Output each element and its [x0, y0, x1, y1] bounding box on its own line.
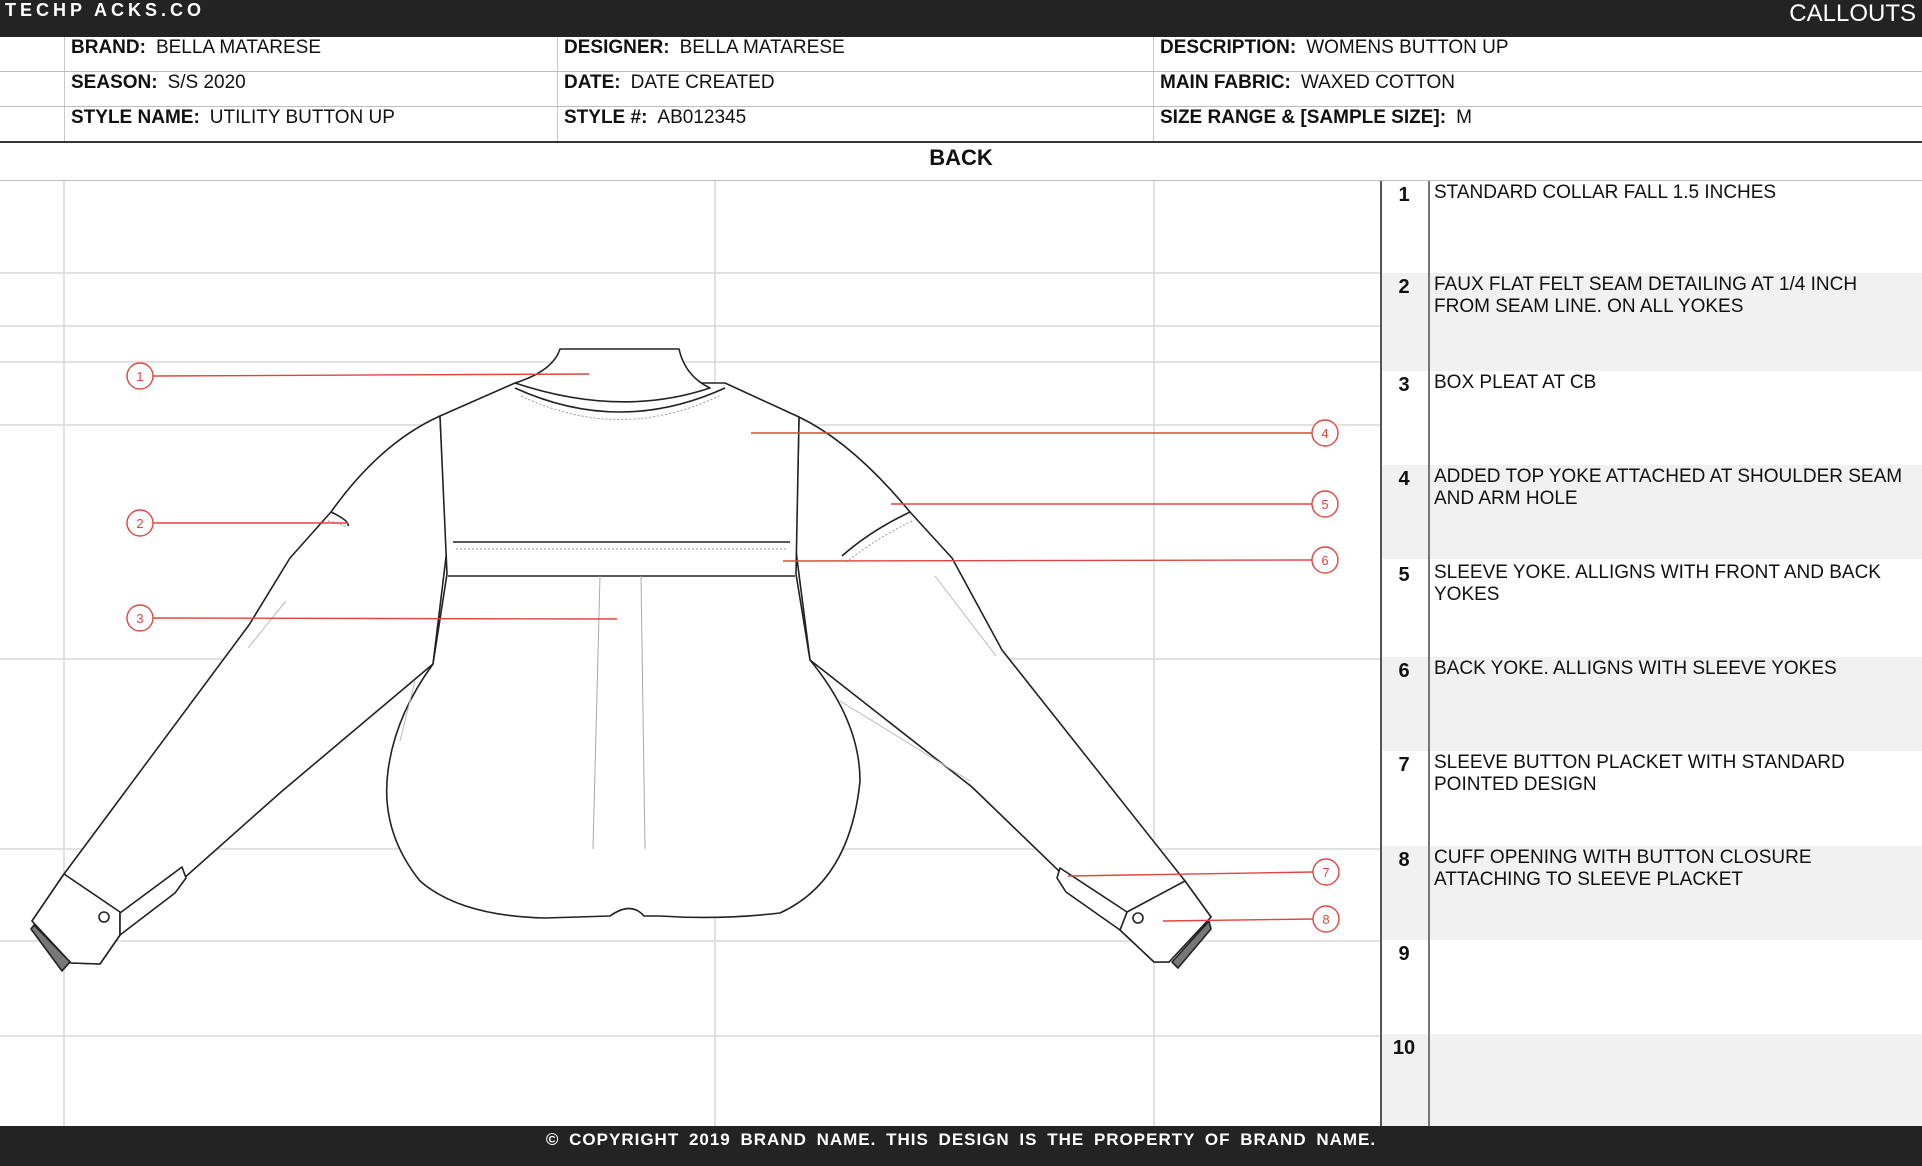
brand-logo: TECHP ACKS.CO — [5, 0, 206, 20]
callout-number: 8 — [1398, 849, 1410, 871]
callout-text: BOX PLEAT AT CB — [1434, 372, 1597, 393]
callout-marker-label: 2 — [136, 516, 143, 531]
callout-row: 9 — [1380, 940, 1922, 1034]
callout-number: 2 — [1398, 276, 1410, 298]
callout-number: 3 — [1398, 374, 1410, 396]
callout-marker-7[interactable]: 7 — [1312, 858, 1340, 886]
callout-text: FAUX FLAT FELT SEAM DETAILING AT 1/4 INC… — [1434, 274, 1858, 317]
callout-marker-label: 3 — [136, 611, 143, 626]
callout-row: 7 SLEEVE BUTTON PLACKET WITH STANDARD PO… — [1380, 751, 1922, 845]
callout-text: CUFF OPENING WITH BUTTON CLOSURE ATTACHI… — [1434, 847, 1812, 890]
size-range-field: SIZE RANGE & [SAMPLE SIZE]: M — [1160, 107, 1472, 128]
callout-marker-label: 7 — [1322, 865, 1329, 880]
callout-marker-label: 1 — [136, 369, 143, 384]
callout-marker-3[interactable]: 3 — [126, 604, 154, 632]
callouts-divider — [1380, 181, 1382, 1126]
shirt-back-garment — [30, 348, 1212, 972]
info-row-2: SEASON: S/S 2020 DATE: DATE CREATED MAIN F… — [0, 72, 1922, 107]
callout-row: 1 STANDARD COLLAR FALL 1.5 INCHES — [1380, 181, 1922, 275]
callout-marker-label: 4 — [1321, 426, 1328, 441]
callout-row: 4 ADDED TOP YOKE ATTACHED AT SHOULDER SE… — [1380, 465, 1922, 559]
main-fabric-field: MAIN FABRIC: WAXED COTTON — [1160, 72, 1456, 93]
date-field: DATE: DATE CREATED — [564, 72, 775, 93]
callout-number: 10 — [1392, 1037, 1416, 1059]
callout-row: 8 CUFF OPENING WITH BUTTON CLOSURE ATTAC… — [1380, 846, 1922, 940]
callout-marker-2[interactable]: 2 — [126, 509, 154, 537]
callout-row: 2 FAUX FLAT FELT SEAM DETAILING AT 1/4 I… — [1380, 273, 1922, 371]
callout-number: 4 — [1398, 468, 1410, 490]
callout-marker-4[interactable]: 4 — [1311, 419, 1339, 447]
callout-row: 10 — [1380, 1034, 1922, 1126]
callout-marker-5[interactable]: 5 — [1311, 490, 1339, 518]
callout-row: 5 SLEEVE YOKE. ALLIGNS WITH FRONT AND BA… — [1380, 561, 1922, 655]
callout-marker-label: 5 — [1321, 497, 1328, 512]
info-row-3: STYLE NAME: UTILITY BUTTON UP STYLE #: AB0… — [0, 107, 1922, 143]
section-title: CALLOUTS — [1789, 0, 1916, 27]
callout-text: SLEEVE BUTTON PLACKET WITH STANDARD POIN… — [1434, 752, 1845, 795]
season-field: SEASON: S/S 2020 — [71, 72, 246, 93]
callout-text: BACK YOKE. ALLIGNS WITH SLEEVE YOKES — [1434, 658, 1837, 679]
designer-field: DESIGNER: BELLA MATARESE — [564, 37, 845, 58]
callout-text — [1434, 940, 1918, 941]
flat-sketch-area: 1 2 3 4 5 6 7 8 — [0, 181, 1380, 1126]
callout-marker-6[interactable]: 6 — [1311, 546, 1339, 574]
style-number-field: STYLE #: AB012345 — [564, 107, 747, 128]
callout-marker-1[interactable]: 1 — [126, 362, 154, 390]
style-name-field: STYLE NAME: UTILITY BUTTON UP — [71, 107, 395, 128]
callout-number: 1 — [1398, 184, 1410, 206]
callout-marker-label: 6 — [1321, 553, 1328, 568]
info-row-1: BRAND: BELLA MATARESE DESIGNER: BELLA MATA… — [0, 37, 1922, 72]
view-title: BACK — [0, 143, 1922, 181]
callout-row: 6 BACK YOKE. ALLIGNS WITH SLEEVE YOKES — [1380, 657, 1922, 751]
spec-info-table: BRAND: BELLA MATARESE DESIGNER: BELLA MATA… — [0, 37, 1922, 143]
callout-text — [1434, 1034, 1918, 1035]
callout-number: 9 — [1398, 943, 1410, 965]
copyright-footer: © COPYRIGHT 2019 BRAND NAME. THIS DESIGN… — [0, 1126, 1922, 1166]
callout-marker-8[interactable]: 8 — [1312, 905, 1340, 933]
top-bar: TECHP ACKS.CO CALLOUTS — [0, 0, 1922, 37]
callouts-number-divider — [1428, 181, 1430, 1126]
callout-number: 7 — [1398, 754, 1410, 776]
shirt-back-sketch: 1 2 3 4 5 6 7 8 — [0, 181, 1380, 1126]
description-field: DESCRIPTION: WOMENS BUTTON UP — [1160, 37, 1509, 58]
callout-row: 3 BOX PLEAT AT CB — [1380, 371, 1922, 465]
callout-text: ADDED TOP YOKE ATTACHED AT SHOULDER SEAM… — [1434, 466, 1903, 509]
callout-marker-label: 8 — [1322, 912, 1329, 927]
callout-text: SLEEVE YOKE. ALLIGNS WITH FRONT AND BACK… — [1434, 562, 1881, 605]
brand-field: BRAND: BELLA MATARESE — [71, 37, 322, 58]
callout-text: STANDARD COLLAR FALL 1.5 INCHES — [1434, 182, 1777, 203]
callouts-list: 1 STANDARD COLLAR FALL 1.5 INCHES 2 FAUX… — [1380, 181, 1922, 1126]
callout-number: 6 — [1398, 660, 1410, 682]
callout-number: 5 — [1398, 564, 1410, 586]
